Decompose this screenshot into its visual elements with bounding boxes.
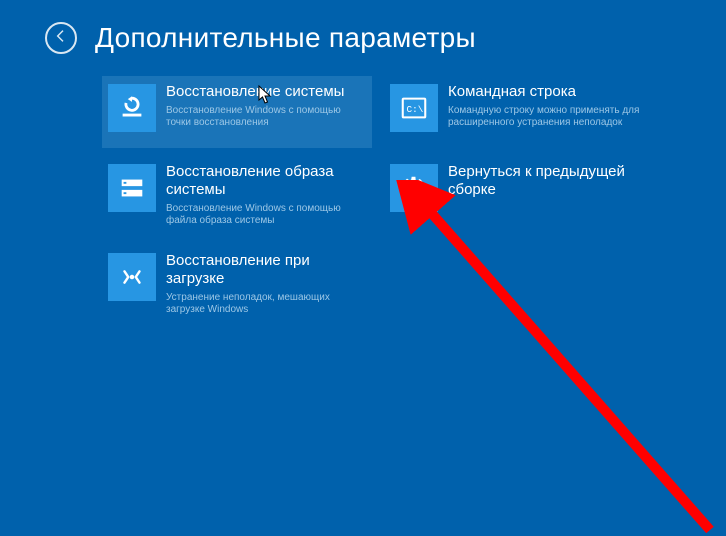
page-title: Дополнительные параметры bbox=[95, 22, 476, 54]
tile-desc: Восстановление Windows с помощью файла о… bbox=[166, 203, 364, 227]
system-restore-icon bbox=[108, 84, 156, 132]
header: Дополнительные параметры bbox=[45, 22, 476, 54]
tile-text: Вернуться к предыдущей сборке bbox=[448, 162, 646, 203]
tile-go-back-build[interactable]: Вернуться к предыдущей сборке bbox=[384, 156, 654, 237]
startup-repair-icon bbox=[108, 253, 156, 301]
tile-label: Восстановление системы bbox=[166, 83, 364, 101]
tile-system-restore[interactable]: Восстановление системы Восстановление Wi… bbox=[102, 76, 372, 148]
arrow-left-icon bbox=[53, 28, 69, 49]
options-grid: Восстановление системы Восстановление Wi… bbox=[102, 76, 672, 326]
tile-label: Восстановление образа системы bbox=[166, 163, 364, 199]
back-button[interactable] bbox=[45, 22, 77, 54]
tile-command-prompt[interactable]: C:\ Командная строка Командную строку мо… bbox=[384, 76, 654, 148]
tile-text: Командная строка Командную строку можно … bbox=[448, 82, 646, 129]
system-image-recovery-icon bbox=[108, 164, 156, 212]
tile-label: Вернуться к предыдущей сборке bbox=[448, 163, 646, 199]
tile-system-image-recovery[interactable]: Восстановление образа системы Восстановл… bbox=[102, 156, 372, 237]
gear-icon bbox=[390, 164, 438, 212]
command-prompt-icon: C:\ bbox=[390, 84, 438, 132]
tile-startup-repair[interactable]: Восстановление при загрузке Устранение н… bbox=[102, 245, 372, 326]
tile-text: Восстановление системы Восстановление Wi… bbox=[166, 82, 364, 129]
tile-desc: Устранение неполадок, мешающих загрузке … bbox=[166, 292, 364, 316]
tile-text: Восстановление образа системы Восстановл… bbox=[166, 162, 364, 227]
tile-label: Восстановление при загрузке bbox=[166, 252, 364, 288]
tile-text: Восстановление при загрузке Устранение н… bbox=[166, 251, 364, 316]
tile-desc: Восстановление Windows с помощью точки в… bbox=[166, 105, 364, 129]
svg-text:C:\: C:\ bbox=[407, 104, 424, 115]
tile-label: Командная строка bbox=[448, 83, 646, 101]
tile-desc: Командную строку можно применять для рас… bbox=[448, 105, 646, 129]
